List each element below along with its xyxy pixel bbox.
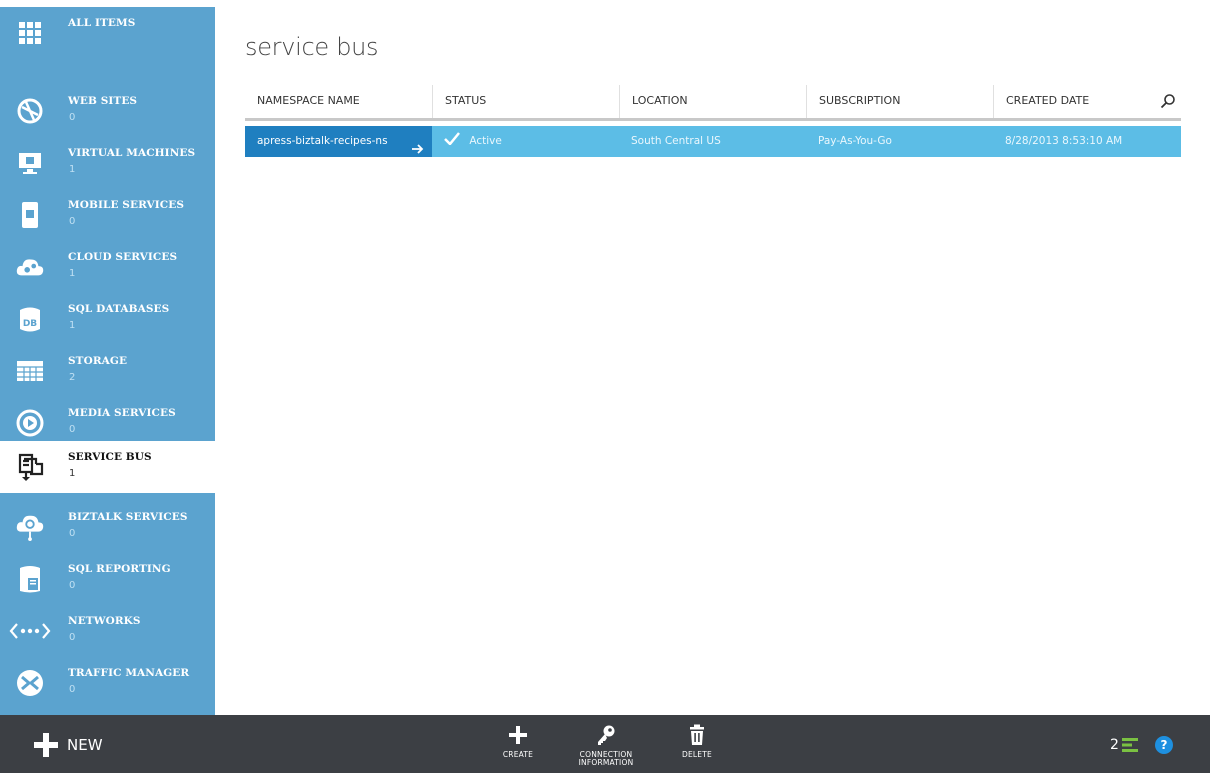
sidebar-item-label: SQL DATABASES bbox=[68, 303, 170, 315]
delete-button[interactable]: DELETE bbox=[657, 723, 737, 759]
sidebar-item-count: 0 bbox=[69, 112, 76, 123]
sidebar-item-label: WEB SITES bbox=[68, 95, 138, 107]
notifications-icon bbox=[1121, 738, 1138, 752]
biztalk-cloud-icon bbox=[16, 513, 44, 541]
sidebar-item-count: 0 bbox=[69, 424, 76, 435]
sidebar-item-biztalk-services[interactable]: BIZTALK SERVICES 0 bbox=[0, 501, 215, 553]
network-icon bbox=[8, 617, 52, 645]
sidebar-item-label: ALL ITEMS bbox=[68, 17, 136, 29]
new-label: NEW bbox=[67, 736, 103, 754]
created-date-cell: 8/28/2013 8:53:10 AM bbox=[1005, 135, 1123, 147]
sidebar-item-web-sites[interactable]: WEB SITES 0 bbox=[0, 85, 215, 137]
plus-icon bbox=[509, 726, 527, 744]
command-bar: NEW CREATE CONNECTION INFORMATION DELETE bbox=[0, 715, 1210, 773]
column-header-location[interactable]: LOCATION bbox=[619, 85, 806, 118]
sidebar-item-label: STORAGE bbox=[68, 355, 128, 367]
location-cell: South Central US bbox=[631, 135, 721, 147]
sidebar-item-label: SQL REPORTING bbox=[68, 563, 171, 575]
database-icon: DB bbox=[16, 305, 44, 333]
create-button[interactable]: CREATE bbox=[478, 723, 558, 759]
column-header-status[interactable]: STATUS bbox=[432, 85, 619, 118]
sidebar-item-sql-reporting[interactable]: SQL REPORTING 0 bbox=[0, 553, 215, 605]
sidebar-item-sql-databases[interactable]: DB SQL DATABASES 1 bbox=[0, 293, 215, 345]
connection-label-line2: INFORMATION bbox=[578, 758, 634, 767]
sidebar-item-label: SERVICE BUS bbox=[68, 451, 152, 463]
sidebar-item-virtual-machines[interactable]: VIRTUAL MACHINES 1 bbox=[0, 137, 215, 189]
sidebar-item-count: 1 bbox=[69, 468, 76, 479]
new-button[interactable]: NEW bbox=[33, 732, 103, 758]
notifications-button[interactable]: 2 bbox=[1110, 737, 1139, 753]
namespace-name[interactable]: apress-biztalk-recipes-ns bbox=[257, 135, 388, 147]
connection-information-button[interactable]: CONNECTION INFORMATION bbox=[566, 723, 646, 767]
column-header-namespace[interactable]: NAMESPACE NAME bbox=[245, 85, 432, 118]
traffic-icon bbox=[16, 669, 44, 697]
sidebar-item-count: 0 bbox=[69, 580, 76, 591]
sidebar-item-label: BIZTALK SERVICES bbox=[68, 511, 188, 523]
sidebar-item-label: NETWORKS bbox=[68, 615, 141, 627]
table-row[interactable]: apress-biztalk-recipes-ns Active South C… bbox=[245, 126, 1181, 157]
service-bus-icon bbox=[16, 453, 44, 481]
sidebar-item-storage[interactable]: STORAGE 2 bbox=[0, 345, 215, 397]
sidebar-item-service-bus[interactable]: SERVICE BUS 1 bbox=[0, 441, 215, 493]
status-cell: Active bbox=[432, 126, 619, 157]
table-icon bbox=[16, 357, 44, 385]
sidebar-item-mobile-services[interactable]: MOBILE SERVICES 0 bbox=[0, 189, 215, 241]
sidebar-item-label: VIRTUAL MACHINES bbox=[68, 147, 196, 159]
namespace-name-cell[interactable]: apress-biztalk-recipes-ns bbox=[245, 126, 432, 157]
sidebar-nav: ALL ITEMS WEB SITES 0 VIRTUAL MACHINES 1… bbox=[0, 7, 215, 715]
help-icon[interactable]: ? bbox=[1155, 736, 1173, 754]
sidebar-item-label: MOBILE SERVICES bbox=[68, 199, 185, 211]
cloud-gear-icon bbox=[16, 253, 44, 281]
status-text: Active bbox=[469, 135, 502, 147]
sidebar-item-count: 2 bbox=[69, 372, 76, 383]
phone-icon bbox=[16, 201, 44, 229]
grid-icon bbox=[16, 19, 44, 47]
arrow-right-icon[interactable] bbox=[412, 136, 424, 167]
page-title: service bus bbox=[245, 33, 379, 61]
sidebar-item-label: CLOUD SERVICES bbox=[68, 251, 178, 263]
trash-icon bbox=[690, 724, 704, 745]
monitor-icon bbox=[16, 149, 44, 177]
sidebar-item-count: 1 bbox=[69, 268, 76, 279]
sidebar-item-count: 1 bbox=[69, 320, 76, 331]
column-header-created-date[interactable]: CREATED DATE bbox=[993, 85, 1151, 118]
report-icon bbox=[16, 565, 44, 593]
sidebar-item-networks[interactable]: NETWORKS 0 bbox=[0, 605, 215, 657]
media-play-icon bbox=[16, 409, 44, 437]
sidebar-item-cloud-services[interactable]: CLOUD SERVICES 1 bbox=[0, 241, 215, 293]
sidebar-item-traffic-manager[interactable]: TRAFFIC MANAGER 0 bbox=[0, 657, 215, 709]
create-label: CREATE bbox=[502, 750, 534, 759]
sidebar-item-count: 0 bbox=[69, 684, 76, 695]
column-header-subscription[interactable]: SUBSCRIPTION bbox=[806, 85, 993, 118]
grid-header: NAMESPACE NAME STATUS LOCATION SUBSCRIPT… bbox=[245, 85, 1181, 121]
search-icon[interactable] bbox=[1160, 93, 1176, 109]
svg-text:DB: DB bbox=[23, 319, 37, 329]
subscription-cell: Pay-As-You-Go bbox=[818, 135, 892, 147]
plus-icon bbox=[34, 733, 58, 757]
sidebar-item-count: 1 bbox=[69, 164, 76, 175]
sidebar-item-label: TRAFFIC MANAGER bbox=[68, 667, 190, 679]
sidebar-item-count: 0 bbox=[69, 632, 76, 643]
globe-icon bbox=[16, 97, 44, 125]
sidebar-item-count: 0 bbox=[69, 216, 76, 227]
key-icon bbox=[598, 725, 615, 745]
delete-label: DELETE bbox=[682, 750, 712, 759]
notifications-count: 2 bbox=[1110, 737, 1119, 753]
sidebar-item-label: MEDIA SERVICES bbox=[68, 407, 176, 419]
checkmark-icon bbox=[444, 132, 460, 146]
sidebar-item-all-items[interactable]: ALL ITEMS bbox=[0, 7, 215, 59]
sidebar-item-count: 0 bbox=[69, 528, 76, 539]
